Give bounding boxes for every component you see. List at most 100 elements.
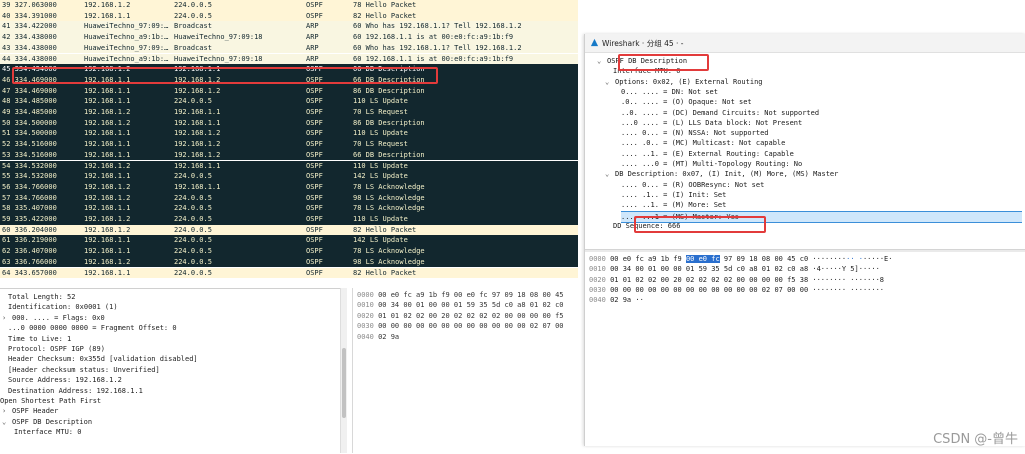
packet-row[interactable]: 58 335.407000 192.168.1.1 224.0.0.5 OSPF 78 … bbox=[0, 203, 578, 214]
detail-row[interactable]: Source Address: 192.168.1.2 bbox=[8, 375, 122, 385]
packet-row[interactable]: 44 334.438000 HuaweiTechno_a9:1b:… HuaweiT… bbox=[0, 53, 578, 65]
dialog-bytes-pane[interactable]: 0000 00 e0 fc a9 1b f9 00 e0 fc 97 09 18… bbox=[585, 254, 1025, 314]
packet-destination: 224.0.0.5 bbox=[174, 1, 212, 9]
detail-row[interactable]: Identification: 0x0001 (1) bbox=[8, 302, 118, 312]
packet-protocol: OSPF bbox=[306, 118, 323, 127]
detail-row[interactable]: ⌄ OSPF DB Description bbox=[2, 417, 92, 427]
hex-row[interactable]: 0030 00 00 00 00 00 00 00 00 00 00 00 00… bbox=[357, 321, 564, 331]
packet-row[interactable]: 41 334.422000 HuaweiTechno_97:09:… Broadca… bbox=[0, 21, 578, 33]
packet-row[interactable]: 49 334.485000 192.168.1.2 192.168.1.1 OSPF 7… bbox=[0, 107, 578, 118]
tree-row[interactable]: ..0. .... = (DC) Demand Circuits: Not su… bbox=[621, 108, 819, 118]
hex-row[interactable]: 0020 01 01 02 02 00 20 02 02 02 02 00 00… bbox=[589, 275, 884, 285]
tree-row[interactable]: 0... .... = DN: Not set bbox=[621, 87, 718, 97]
packet-info: 66 DB Description bbox=[353, 65, 425, 74]
detail-row[interactable]: Header Checksum: 0x355d [validation disa… bbox=[8, 354, 198, 364]
packet-row[interactable]: 62 336.407000 192.168.1.1 224.0.0.5 OSPF 78 … bbox=[0, 246, 578, 257]
tree-row[interactable]: Interface MTU: 0 bbox=[613, 66, 680, 76]
packet-row[interactable]: 50 334.500000 192.168.1.2 192.168.1.1 OSPF 8… bbox=[0, 117, 578, 129]
packet-row[interactable]: 51 334.500000 192.168.1.1 192.168.1.2 OSPF 1… bbox=[0, 128, 578, 140]
tree-row[interactable]: .... ..1. = (E) External Routing: Capabl… bbox=[621, 149, 794, 159]
packet-dialog-window[interactable]: Wireshark · 分组 45 · - ⌄ OSPF DB Descripti… bbox=[584, 34, 1025, 446]
packet-list[interactable]: 39 327.063000 192.168.1.2 224.0.0.5 OSPF 78 … bbox=[0, 0, 578, 285]
hex-row[interactable]: 0000 00 e0 fc a9 1b f9 00 e0 fc 97 09 18… bbox=[589, 254, 892, 264]
detail-row[interactable]: ...0 0000 0000 0000 = Fragment Offset: 0 bbox=[8, 323, 177, 333]
packet-row[interactable]: 43 334.438000 HuaweiTechno_97:09:… Broadca… bbox=[0, 42, 578, 54]
collapse-arrow-icon[interactable]: › bbox=[2, 406, 12, 416]
tree-row[interactable]: .... 0... = (N) NSSA: Not supported bbox=[621, 128, 769, 138]
tree-row[interactable]: .... ...0 = (MT) Multi-Topology Routing:… bbox=[621, 159, 802, 169]
packet-row[interactable]: 56 334.766000 192.168.1.2 192.168.1.1 OSPF 7… bbox=[0, 181, 578, 193]
packet-row[interactable]: 63 336.766000 192.168.1.2 224.0.0.5 OSPF 98 … bbox=[0, 256, 578, 268]
tree-row-selected[interactable]: .... ...1 = (MS) Master: Yes bbox=[621, 210, 1022, 223]
detail-row[interactable]: [Header checksum status: Unverified] bbox=[8, 365, 160, 375]
packet-row[interactable]: 52 334.516000 192.168.1.1 192.168.1.2 OSPF 7… bbox=[0, 139, 578, 150]
packet-row[interactable]: 47 334.469000 192.168.1.1 192.168.1.2 OSPF 8… bbox=[0, 85, 578, 97]
packet-row[interactable]: 64 343.657000 192.168.1.1 224.0.0.5 OSPF 82 … bbox=[0, 267, 578, 279]
hex-offset: 0020 bbox=[357, 311, 374, 320]
hex-row[interactable]: 0030 00 00 00 00 00 00 00 00 00 00 00 00… bbox=[589, 285, 884, 295]
packet-row[interactable]: 54 334.532000 192.168.1.2 192.168.1.1 OSPF 1… bbox=[0, 160, 578, 172]
packet-row[interactable]: 40 334.391000 192.168.1.1 224.0.0.5 OSPF 82 … bbox=[0, 10, 578, 22]
packet-row[interactable]: 48 334.485000 192.168.1.1 224.0.0.5 OSPF 110… bbox=[0, 96, 578, 107]
detail-row[interactable]: Time to Live: 1 bbox=[8, 334, 71, 344]
packet-info: 110 LS Update bbox=[353, 129, 408, 138]
dialog-titlebar[interactable]: Wireshark · 分组 45 · - bbox=[585, 34, 1025, 53]
packet-row[interactable]: 46 334.469000 192.168.1.1 192.168.1.2 OSPF 6… bbox=[0, 74, 578, 86]
hex-row[interactable]: 0010 00 34 00 01 00 00 01 59 35 5d c0 a8… bbox=[357, 300, 564, 310]
pane-splitter[interactable] bbox=[585, 249, 1025, 252]
packet-bytes-pane[interactable]: 0000 00 e0 fc a9 1b f9 00 e0 fc 97 09 18… bbox=[352, 288, 579, 453]
tree-row[interactable]: ⌄ DB Description: 0x07, (I) Init, (M) Mor… bbox=[605, 169, 838, 179]
packet-destination: 224.0.0.5 bbox=[174, 193, 212, 202]
packet-destination: 224.0.0.5 bbox=[174, 225, 212, 234]
collapse-arrow-icon[interactable]: › bbox=[2, 313, 12, 323]
tree-row[interactable]: .... .0.. = (MC) Multicast: Not capable bbox=[621, 138, 785, 148]
tree-row[interactable]: .... .1.. = (I) Init: Set bbox=[621, 190, 726, 200]
packet-row[interactable]: 45 334.454000 192.168.1.2 192.168.1.1 OSPF 6… bbox=[0, 64, 578, 75]
hex-row[interactable]: 0040 02 9a bbox=[357, 332, 399, 342]
expand-arrow-icon[interactable]: ⌄ bbox=[597, 56, 607, 66]
scrollbar-thumb[interactable] bbox=[342, 348, 346, 418]
tree-row[interactable]: ⌄ OSPF DB Description bbox=[597, 56, 687, 66]
packet-row[interactable]: 59 335.422000 192.168.1.2 224.0.0.5 OSPF 110… bbox=[0, 214, 578, 225]
packet-protocol: OSPF bbox=[306, 65, 323, 74]
packet-row[interactable]: 42 334.438000 HuaweiTechno_a9:1b:… HuaweiT… bbox=[0, 32, 578, 43]
expand-arrow-icon[interactable]: ⌄ bbox=[605, 77, 615, 87]
packet-row[interactable]: 60 336.204000 192.168.1.2 224.0.0.5 OSPF 82 … bbox=[0, 224, 578, 236]
hex-bytes: 02 9a bbox=[610, 296, 632, 305]
detail-row[interactable]: Interface MTU: 0 bbox=[14, 427, 81, 437]
detail-row[interactable]: › 000. .... = Flags: 0x0 bbox=[2, 313, 105, 323]
packet-row[interactable]: 61 336.219000 192.168.1.1 224.0.0.5 OSPF 142… bbox=[0, 235, 578, 247]
detail-row[interactable]: Destination Address: 192.168.1.1 bbox=[8, 386, 143, 396]
packet-details-pane[interactable]: Total Length: 52 Identification: 0x0001 (… bbox=[0, 288, 343, 454]
packet-row[interactable]: 55 334.532000 192.168.1.1 224.0.0.5 OSPF 142… bbox=[0, 171, 578, 182]
hex-row[interactable]: 0020 01 01 02 02 00 20 02 02 02 02 00 00… bbox=[357, 311, 564, 321]
hex-row[interactable]: 0000 00 e0 fc a9 1b f9 00 e0 fc 97 09 18… bbox=[357, 290, 564, 300]
dialog-details-tree[interactable]: ⌄ OSPF DB Description Interface MTU: 0 ⌄ Opt… bbox=[585, 56, 1025, 256]
details-scrollbar[interactable] bbox=[340, 288, 347, 453]
packet-row[interactable]: 53 334.516000 192.168.1.1 192.168.1.2 OSPF 6… bbox=[0, 149, 578, 161]
packet-source: HuaweiTechno_97:09:… bbox=[84, 43, 169, 52]
packet-row[interactable]: 39 327.063000 192.168.1.2 224.0.0.5 OSPF 78 … bbox=[0, 0, 578, 11]
packet-number-time: 48 334.485000 bbox=[2, 97, 57, 106]
packet-protocol: OSPF bbox=[306, 268, 323, 277]
detail-text: [Header checksum status: Unverified] bbox=[8, 365, 160, 374]
detail-row[interactable]: Open Shortest Path First bbox=[0, 396, 101, 406]
hex-row[interactable]: 0010 00 34 00 01 00 00 01 59 35 5d c0 a8… bbox=[589, 264, 880, 274]
packet-number-time: 47 334.469000 bbox=[2, 86, 57, 95]
detail-row[interactable]: Protocol: OSPF IGP (89) bbox=[8, 344, 105, 354]
packet-number-time: 58 335.407000 bbox=[2, 204, 57, 213]
tree-row[interactable]: .0.. .... = (O) Opaque: Not set bbox=[621, 97, 752, 107]
tree-row[interactable]: ...0 .... = (L) LLS Data block: Not Pres… bbox=[621, 118, 802, 128]
packet-source: 192.168.1.1 bbox=[84, 150, 131, 159]
tree-row[interactable]: .... 0... = (R) OOBResync: Not set bbox=[621, 180, 764, 190]
tree-row[interactable]: ⌄ Options: 0x02, (E) External Routing bbox=[605, 77, 763, 87]
tree-row[interactable]: .... ..1. = (M) More: Set bbox=[621, 200, 726, 210]
tree-row[interactable]: DD Sequence: 666 bbox=[613, 221, 680, 231]
expand-arrow-icon[interactable]: ⌄ bbox=[2, 417, 12, 427]
detail-row[interactable]: › OSPF Header bbox=[2, 406, 58, 416]
hex-row[interactable]: 0040 02 9a ·· bbox=[589, 295, 644, 305]
packet-row[interactable]: 57 334.766000 192.168.1.2 224.0.0.5 OSPF 98 … bbox=[0, 192, 578, 204]
expand-arrow-icon[interactable]: ⌄ bbox=[605, 169, 615, 179]
packet-protocol: OSPF bbox=[306, 257, 323, 266]
detail-row[interactable]: Total Length: 52 bbox=[8, 292, 75, 302]
